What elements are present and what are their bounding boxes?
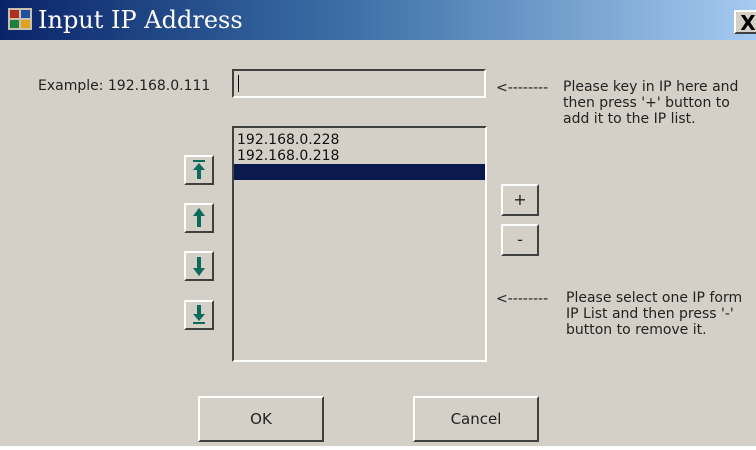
list-item-selected[interactable] [234, 164, 485, 180]
app-icon [8, 8, 32, 30]
ip-list[interactable]: 192.168.0.228 192.168.0.218 [232, 126, 487, 362]
move-to-top-button[interactable] [184, 155, 214, 185]
list-item[interactable]: 192.168.0.228 [234, 132, 485, 148]
move-to-top-icon [193, 160, 205, 179]
example-label: Example: 192.168.0.111 [38, 78, 211, 94]
remove-ip-button[interactable]: - [501, 224, 539, 256]
title-bar[interactable]: Input IP Address X [0, 0, 756, 40]
text-caret [238, 75, 239, 92]
close-button[interactable]: X [734, 10, 756, 34]
arrow-hint-add: <-------- [496, 80, 549, 96]
remove-ip-hint: Please select one IP form IP List and th… [566, 290, 743, 338]
ip-address-input[interactable] [232, 69, 486, 98]
add-ip-button[interactable]: + [501, 184, 539, 216]
move-down-button[interactable] [184, 251, 214, 281]
dialog-window: Input IP Address X Example: 192.168.0.11… [0, 0, 756, 446]
window-title: Input IP Address [38, 6, 243, 34]
list-item[interactable]: 192.168.0.218 [234, 148, 485, 164]
move-up-button[interactable] [184, 203, 214, 233]
move-to-bottom-button[interactable] [184, 300, 214, 330]
arrow-hint-remove: <-------- [496, 291, 549, 307]
move-up-icon [193, 208, 205, 227]
cancel-button[interactable]: Cancel [413, 396, 539, 442]
move-down-icon [193, 257, 205, 276]
move-to-bottom-icon [193, 305, 205, 324]
add-ip-hint: Please key in IP here and then press '+'… [563, 79, 739, 127]
ok-button[interactable]: OK [198, 396, 324, 442]
